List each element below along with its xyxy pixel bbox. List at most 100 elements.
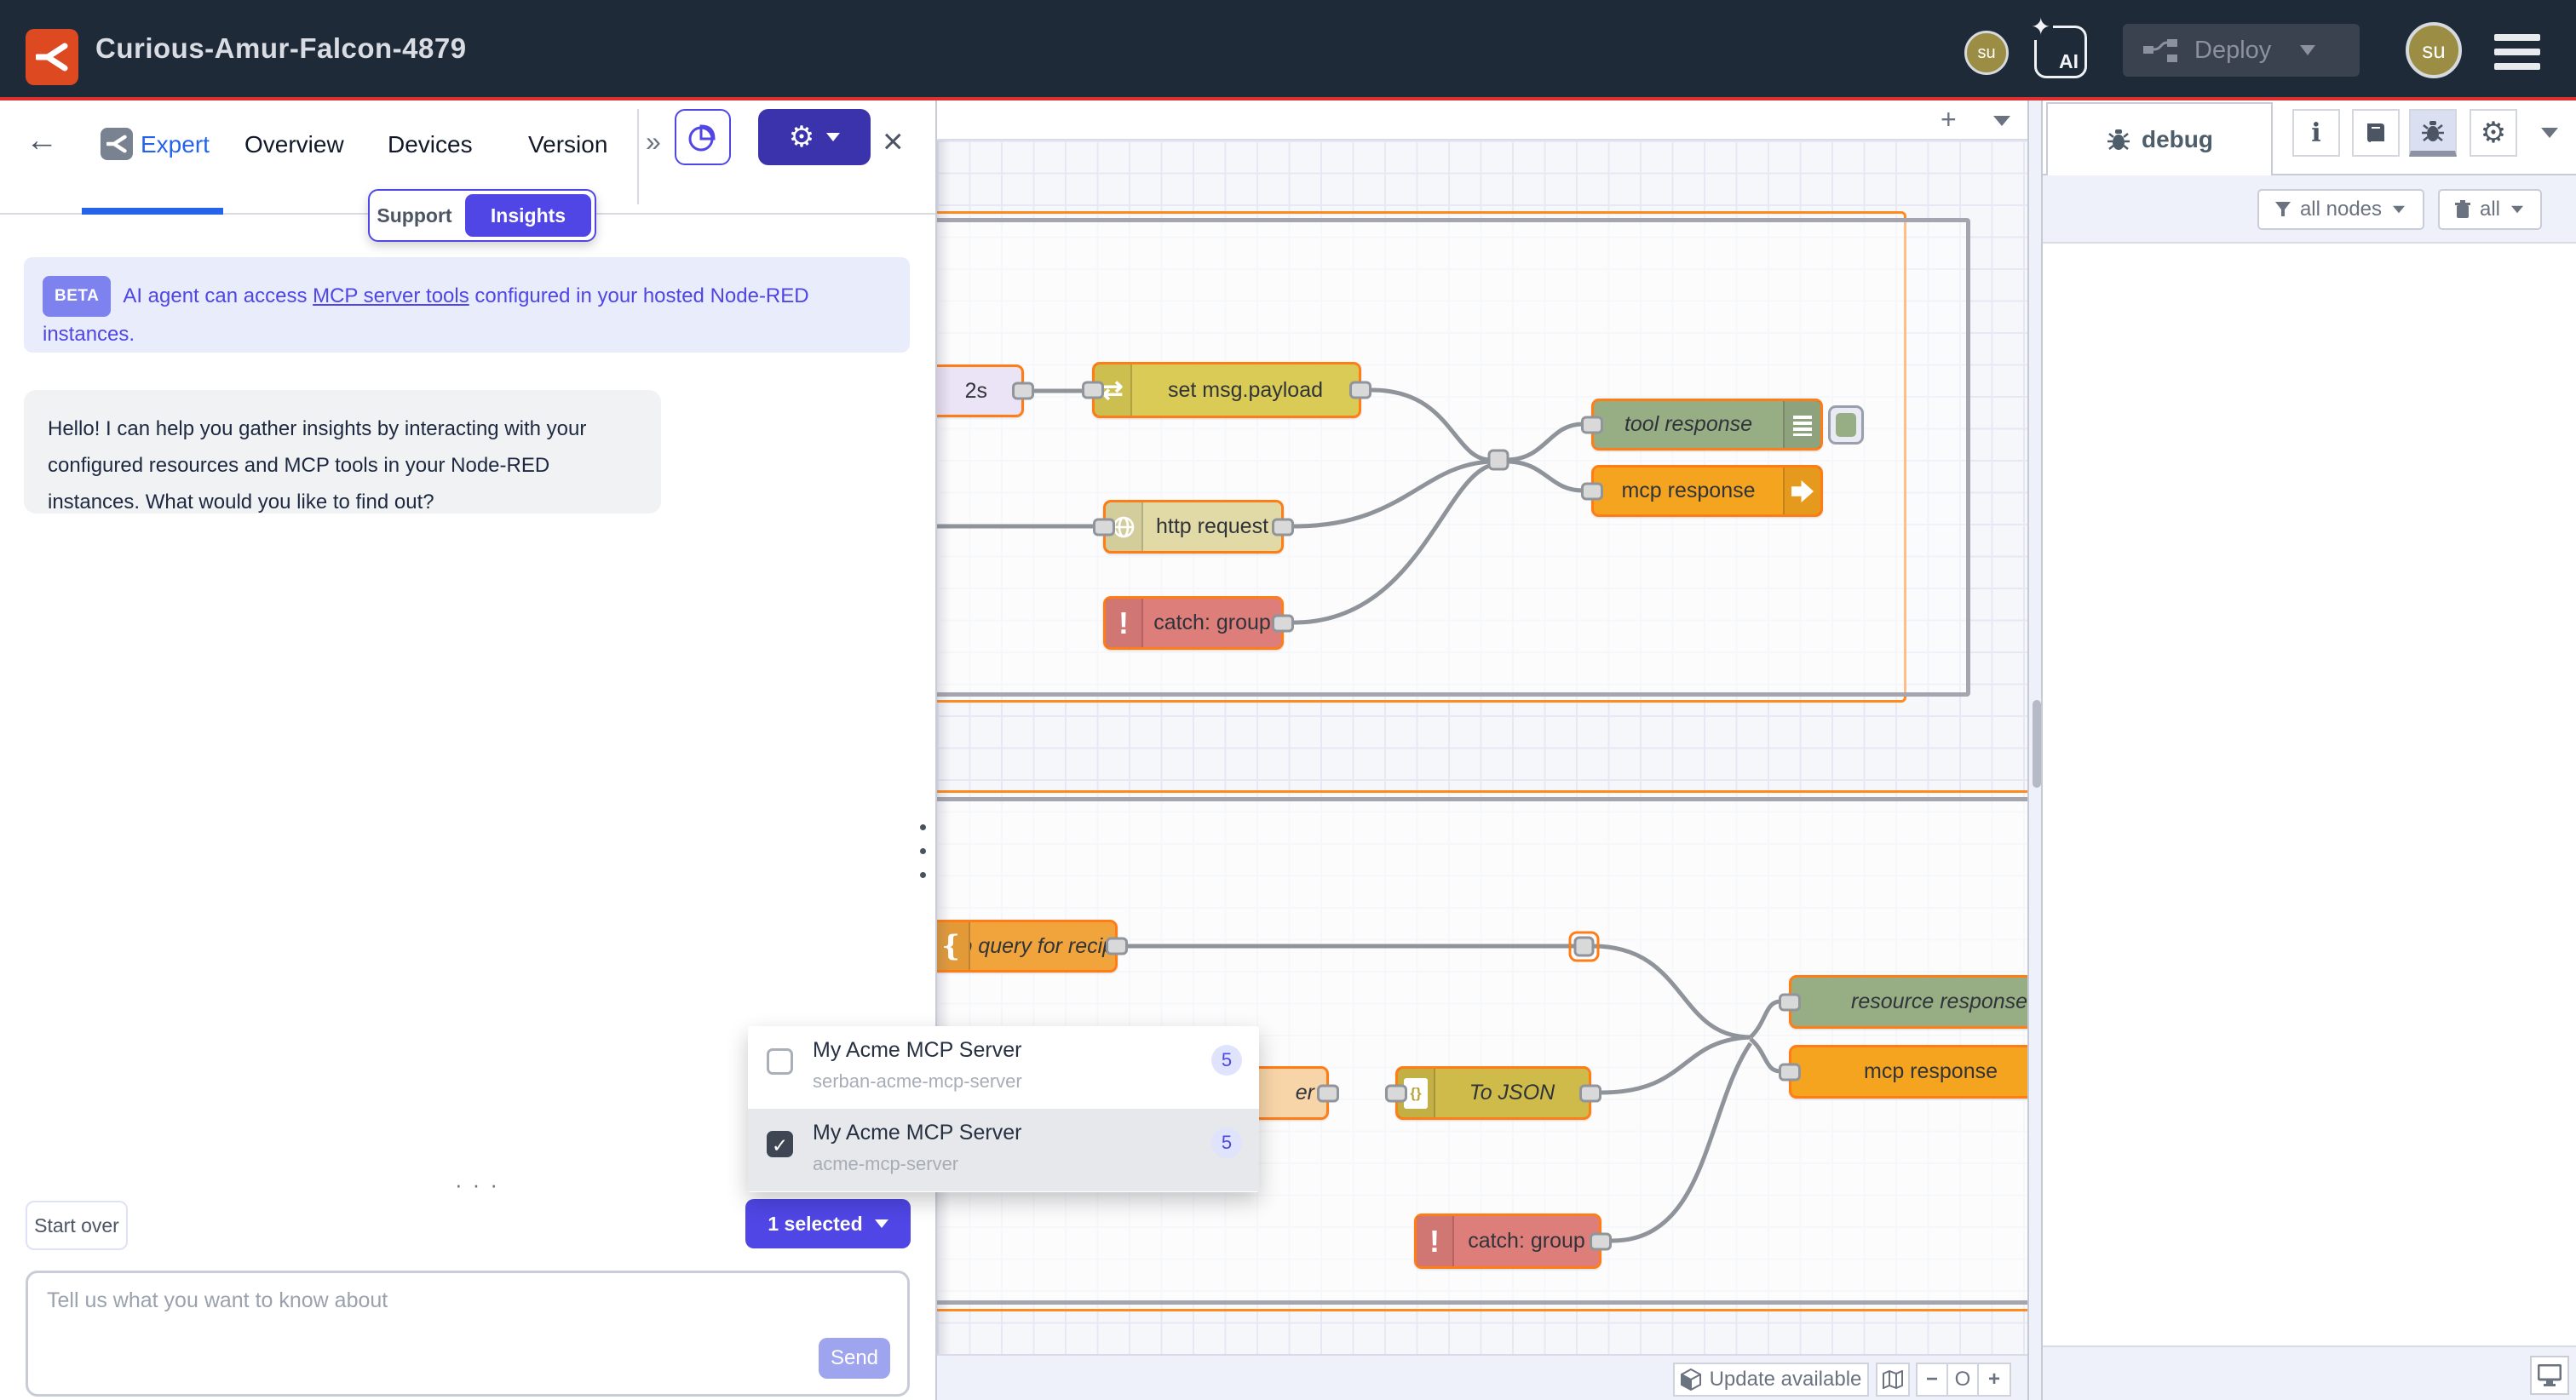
sidebar-footer (2043, 1345, 2576, 1400)
handle-dot (920, 848, 926, 854)
node-port-in[interactable] (1779, 1063, 1801, 1081)
node-to-json[interactable]: {} To JSON (1395, 1066, 1591, 1120)
back-button[interactable]: ← (26, 123, 58, 159)
node-port-in[interactable] (1779, 993, 1801, 1011)
toggle-insights[interactable]: Insights (465, 194, 591, 237)
ai-label: AI (2059, 50, 2079, 73)
server-subtitle: serban-acme-mcp-server (813, 1070, 1022, 1093)
deploy-caret-icon[interactable] (2300, 45, 2315, 55)
flowfuse-logo-icon[interactable] (26, 29, 78, 85)
node-label: set msg.payload (1132, 364, 1359, 416)
trash-icon (2454, 200, 2471, 219)
node-port-out[interactable] (1272, 614, 1294, 632)
node-catch-group-bottom[interactable]: ! catch: group (1414, 1214, 1601, 1269)
tab-overview[interactable]: Overview (244, 131, 344, 158)
send-button[interactable]: Send (819, 1338, 890, 1379)
tab-expert[interactable]: Expert (141, 131, 210, 158)
node-port-out[interactable] (1317, 1084, 1339, 1102)
node-port-out[interactable] (1012, 382, 1034, 400)
flow-tabs-bar: + (937, 100, 2027, 141)
hamburger-menu-icon[interactable] (2494, 34, 2540, 77)
update-available-button[interactable]: Update available (1673, 1363, 1869, 1397)
toggle-support[interactable]: Support (370, 204, 459, 227)
zoom-reset-button[interactable]: O (1946, 1363, 1979, 1397)
debug-filter-button[interactable]: all nodes (2257, 189, 2424, 230)
app-window: Curious-Amur-Falcon-4879 su ✦ AI Deploy … (0, 0, 2576, 1400)
toggle-fill (1836, 413, 1856, 437)
zoom-out-button[interactable]: − (1916, 1363, 1948, 1397)
node-label: catch: group (1143, 599, 1281, 647)
more-tabs-button[interactable]: » (646, 126, 661, 158)
node-http-request[interactable]: http request (1103, 500, 1284, 554)
server-selector-button[interactable]: 1 selected (745, 1199, 911, 1248)
node-port-out[interactable] (1349, 382, 1371, 399)
deploy-label: Deploy (2194, 37, 2271, 65)
server-option-2[interactable]: ✓ My Acme MCP Server acme-mcp-server 5 (748, 1109, 1259, 1191)
help-panel-button[interactable] (2352, 109, 2400, 157)
wire (1294, 462, 1491, 526)
add-flow-button[interactable]: + (1941, 104, 1957, 135)
open-dashboard-button[interactable] (2530, 1356, 2569, 1395)
tab-devices[interactable]: Devices (388, 131, 473, 158)
node-label: catch: group (1454, 1216, 1599, 1266)
settings-panel-button[interactable]: ⚙ (2470, 109, 2517, 157)
avatar-large[interactable]: su (2406, 22, 2462, 78)
scrollbar-thumb[interactable] (2033, 700, 2041, 788)
node-tool-response-debug[interactable]: tool response (1591, 399, 1823, 450)
debug-clear-button[interactable]: all (2438, 189, 2542, 230)
deploy-button[interactable]: Deploy (2123, 24, 2360, 77)
wire (1593, 946, 1751, 1037)
close-panel-button[interactable]: × (883, 121, 904, 162)
deploy-icon (2142, 37, 2181, 63)
node-mcp-response-link-out-bottom[interactable]: mcp response (1789, 1045, 2027, 1099)
checkbox-unchecked[interactable] (767, 1048, 793, 1075)
tab-debug[interactable]: debug (2046, 102, 2273, 175)
node-resource-response[interactable]: resource response (1789, 975, 2027, 1029)
panel-resize-handle[interactable] (920, 824, 926, 896)
prompt-input[interactable] (47, 1288, 728, 1382)
avatar-small[interactable]: su (1964, 31, 2009, 75)
mcp-server-dropdown: My Acme MCP Server serban-acme-mcp-serve… (748, 1026, 1259, 1192)
debug-enable-toggle[interactable] (1828, 405, 1864, 445)
node-mcp-response-link-out-top[interactable]: mcp response (1591, 465, 1823, 517)
server-option-1[interactable]: My Acme MCP Server serban-acme-mcp-serve… (748, 1026, 1259, 1109)
node-db-query[interactable]: { db query for recipes (937, 920, 1118, 973)
node-port-out[interactable] (1106, 938, 1128, 955)
checkbox-checked[interactable]: ✓ (767, 1131, 793, 1157)
wire (1751, 1001, 1780, 1037)
handle-dot (920, 824, 926, 830)
start-over-button[interactable]: Start over (26, 1201, 128, 1250)
flow-list-caret-icon[interactable] (1993, 116, 2010, 126)
node-label: To JSON (1435, 1069, 1589, 1117)
pie-chart-icon (687, 122, 718, 152)
node-port-in[interactable] (1581, 482, 1603, 500)
node-port-in[interactable] (1082, 382, 1104, 399)
node-port-in[interactable] (1581, 416, 1603, 433)
logo-glyph (36, 43, 68, 72)
debug-panel-button[interactable] (2409, 109, 2457, 157)
node-port-in[interactable] (1093, 518, 1115, 536)
book-icon (2364, 122, 2388, 144)
insights-chart-button[interactable] (675, 109, 731, 165)
node-set-msg-payload[interactable]: ⇄ set msg.payload (1092, 362, 1361, 418)
node-port-out[interactable] (1579, 1084, 1601, 1102)
mcp-server-tools-link[interactable]: MCP server tools (313, 284, 469, 307)
node-port-out[interactable] (1272, 518, 1294, 536)
tab-version[interactable]: Version (528, 131, 607, 158)
zoom-in-button[interactable]: + (1977, 1363, 2011, 1397)
ai-assistant-icon[interactable]: ✦ AI (2034, 26, 2087, 78)
flow-canvas[interactable]: 2s ⇄ set msg.payload tool response mcp r… (937, 100, 2027, 1400)
node-port-out[interactable] (1590, 1232, 1612, 1250)
info-panel-button[interactable]: i (2292, 109, 2340, 157)
node-catch-group-top[interactable]: ! catch: group (1103, 596, 1284, 650)
sparkle-icon: ✦ (2028, 14, 2053, 40)
catch-node-icon: ! (1106, 599, 1143, 647)
server-title: My Acme MCP Server (813, 1038, 1021, 1063)
mode-toggle[interactable]: Support Insights (368, 189, 596, 242)
sidebar-more-caret-icon[interactable] (2541, 128, 2558, 138)
minimap-button[interactable] (1876, 1363, 1910, 1397)
canvas-scrollbar[interactable] (2027, 100, 2043, 1400)
assistant-settings-button[interactable]: ⚙ (758, 109, 871, 165)
node-port-in[interactable] (1385, 1084, 1407, 1102)
instance-title: Curious-Amur-Falcon-4879 (95, 32, 467, 65)
